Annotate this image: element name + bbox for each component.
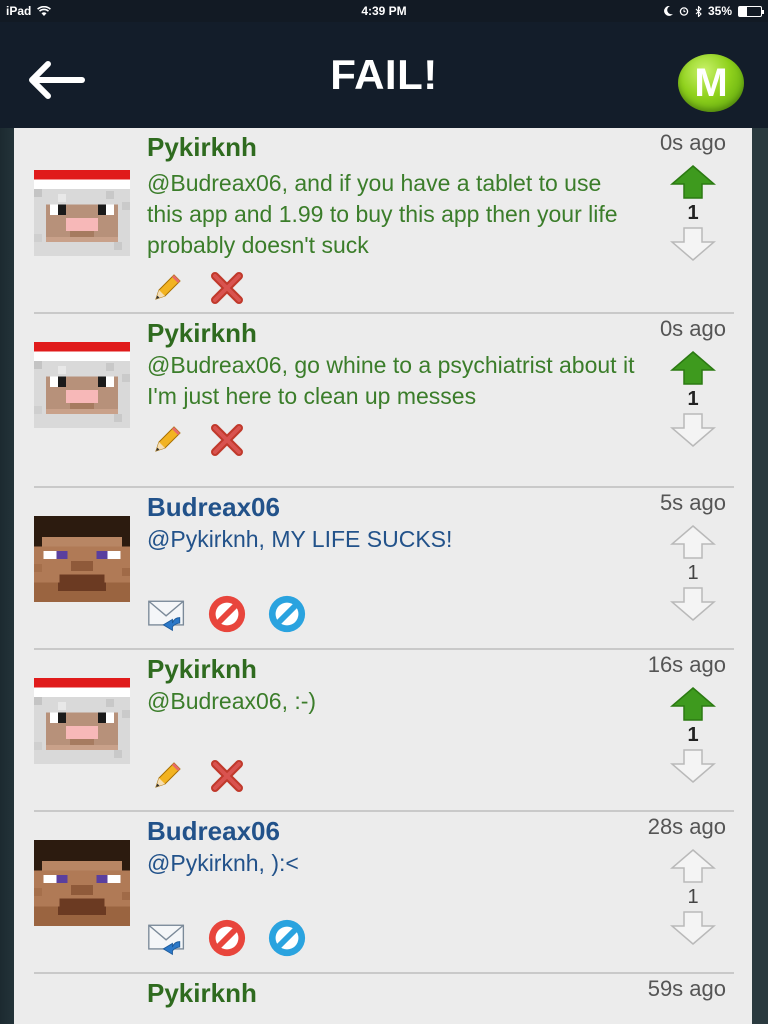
avatar[interactable] xyxy=(34,516,130,602)
battery-percent: 35% xyxy=(707,4,732,18)
comment-timestamp: 0s ago xyxy=(659,316,726,341)
comment-item: Pykirknh 59s ago xyxy=(34,974,734,1024)
status-left: iPad xyxy=(6,4,52,18)
downvote-arrow-icon[interactable] xyxy=(670,586,716,622)
edit-button[interactable] xyxy=(147,268,187,308)
comment-actions xyxy=(147,918,307,958)
avatar[interactable] xyxy=(34,678,130,764)
upvote-arrow-icon[interactable] xyxy=(670,164,716,200)
edit-button[interactable] xyxy=(147,756,187,796)
status-bar: iPad 4:39 PM 35% xyxy=(0,0,768,22)
ignore-user-button[interactable] xyxy=(267,918,307,958)
comment-actions xyxy=(147,756,247,796)
battery-icon xyxy=(738,5,764,17)
edit-button[interactable] xyxy=(147,420,187,460)
comment-item: Pykirknh @Budreax06, and if you have a ta… xyxy=(34,128,734,314)
delete-x-icon xyxy=(211,272,243,304)
wifi-icon xyxy=(37,5,52,16)
comment-actions xyxy=(147,594,307,634)
comment-text: @Pykirknh, MY LIFE SUCKS! xyxy=(147,526,453,552)
comment-timestamp: 0s ago xyxy=(659,130,726,155)
ignore-user-button[interactable] xyxy=(267,594,307,634)
pencil-icon xyxy=(155,274,181,300)
comment-username[interactable]: Budreax06 xyxy=(147,492,280,523)
back-button[interactable] xyxy=(24,58,88,102)
upvote-arrow-icon[interactable] xyxy=(670,524,716,560)
comment-item: Pykirknh @Budreax06, go whine to a psychi… xyxy=(34,314,734,488)
pencil-icon xyxy=(155,762,181,788)
comment-timestamp: 16s ago xyxy=(647,652,726,677)
bluetooth-icon xyxy=(695,5,702,17)
comment-text: @Budreax06, and if you have a tablet to … xyxy=(147,170,618,258)
block-blue-icon xyxy=(268,919,306,957)
navigation-bar: FAIL! M xyxy=(0,22,768,128)
comment-actions xyxy=(147,268,247,308)
vote-count: 1 xyxy=(687,202,699,224)
block-user-button[interactable] xyxy=(207,594,247,634)
reply-mail-icon xyxy=(148,600,185,632)
avatar[interactable] xyxy=(34,170,130,256)
downvote-arrow-icon[interactable] xyxy=(670,910,716,946)
comment-item: Budreax06 @Pykirknh, ):< 28s ago 1 xyxy=(34,812,734,974)
delete-button[interactable] xyxy=(207,268,247,308)
comment-item: Budreax06 @Pykirknh, MY LIFE SUCKS! 5s ago… xyxy=(34,488,734,650)
reply-mail-icon xyxy=(148,924,185,956)
comment-username[interactable]: Budreax06 xyxy=(147,816,280,847)
block-red-icon xyxy=(208,919,246,957)
back-arrow-icon xyxy=(29,61,85,99)
page-title: FAIL! xyxy=(330,51,438,98)
comment-timestamp: 59s ago xyxy=(647,976,726,1001)
downvote-arrow-icon[interactable] xyxy=(670,226,716,262)
comment-item: Pykirknh @Budreax06, :-) 16s ago 1 xyxy=(34,650,734,812)
upvote-arrow-icon[interactable] xyxy=(670,686,716,722)
block-red-icon xyxy=(208,595,246,633)
comment-username[interactable]: Pykirknh xyxy=(147,318,257,349)
avatar[interactable] xyxy=(34,840,130,926)
delete-x-icon xyxy=(211,424,243,456)
vote-count: 1 xyxy=(687,562,699,584)
comment-timestamp: 28s ago xyxy=(647,814,726,839)
status-time: 4:39 PM xyxy=(361,4,407,18)
comment-username[interactable]: Pykirknh xyxy=(147,978,257,1009)
alarm-icon xyxy=(679,7,689,16)
comment-text: @Budreax06, :-) xyxy=(147,688,317,714)
delete-x-icon xyxy=(211,760,243,792)
downvote-arrow-icon[interactable] xyxy=(670,412,716,448)
vote-count: 1 xyxy=(687,724,699,746)
m-logo-button[interactable]: M xyxy=(678,54,744,112)
comment-actions xyxy=(147,420,247,460)
moon-icon xyxy=(664,6,673,16)
downvote-arrow-icon[interactable] xyxy=(670,748,716,784)
m-logo-label: M xyxy=(694,60,728,105)
comment-text: @Budreax06, go whine to a psychiatrist a… xyxy=(147,352,635,409)
battery-level xyxy=(739,6,747,16)
upvote-arrow-icon[interactable] xyxy=(670,848,716,884)
vote-control: 1 xyxy=(670,350,716,448)
reply-button[interactable] xyxy=(147,918,187,958)
block-blue-icon xyxy=(268,595,306,633)
comment-username[interactable]: Pykirknh xyxy=(147,654,257,685)
upvote-arrow-icon[interactable] xyxy=(670,350,716,386)
comment-username[interactable]: Pykirknh xyxy=(147,132,257,163)
block-user-button[interactable] xyxy=(207,918,247,958)
status-right: 35% xyxy=(664,4,764,18)
reply-button[interactable] xyxy=(147,594,187,634)
vote-count: 1 xyxy=(687,388,699,410)
comment-timestamp: 5s ago xyxy=(659,490,726,515)
vote-count: 1 xyxy=(687,886,699,908)
vote-control: 1 xyxy=(670,164,716,262)
delete-button[interactable] xyxy=(207,420,247,460)
avatar[interactable] xyxy=(34,342,130,428)
vote-control: 1 xyxy=(670,848,716,946)
pencil-icon xyxy=(155,426,181,452)
vote-control: 1 xyxy=(670,686,716,784)
device-label: iPad xyxy=(6,4,32,18)
vote-control: 1 xyxy=(670,524,716,622)
comment-feed[interactable]: Pykirknh @Budreax06, and if you have a ta… xyxy=(14,128,752,1024)
comment-text: @Pykirknh, ):< xyxy=(147,850,299,876)
delete-button[interactable] xyxy=(207,756,247,796)
